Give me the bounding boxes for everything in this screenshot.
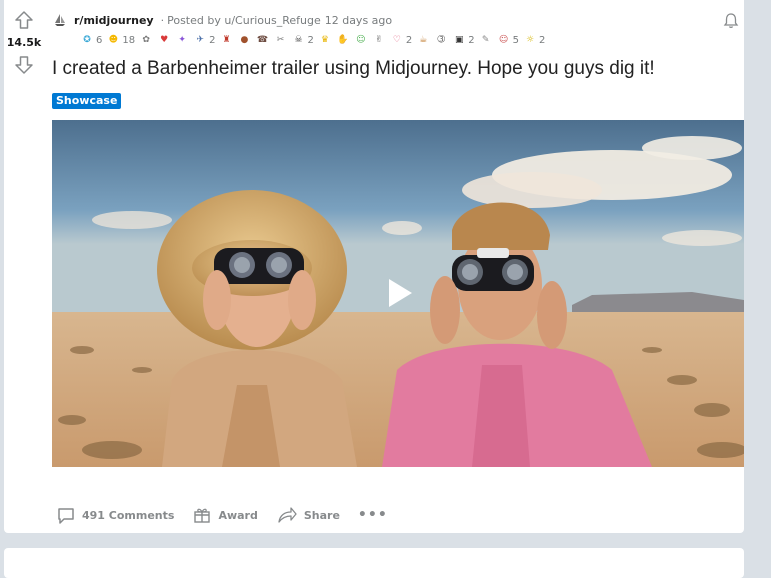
award-count: 2 <box>209 34 216 46</box>
subreddit-link[interactable]: r/midjourney <box>74 14 154 27</box>
next-post-card[interactable] <box>4 548 744 578</box>
award-item[interactable]: ☕ <box>416 33 430 47</box>
post-meta: r/midjourney · Posted by u/Curious_Refug… <box>52 12 392 28</box>
awards-row[interactable]: ✪ 6 ☻ 18 ✿ ♥ ✦ ✈ 2 ♜ ● ☎ ✂ ☠ 2 ♛ ✋ ☺ ✌ ♡ 2 ☕ ➂ ▣ 2 ✎ ☺ 5 ☼ 2 <box>80 31 545 49</box>
award-icon: ✿ <box>142 35 150 45</box>
post-actions: 491 Comments Award Share ••• <box>52 503 392 527</box>
play-button[interactable] <box>382 275 418 311</box>
comments-button[interactable]: 491 Comments <box>52 503 178 527</box>
award-item[interactable]: ✪ 6 <box>80 33 102 47</box>
meta-separator: · <box>160 13 165 27</box>
upvote-arrow-icon <box>15 11 33 29</box>
award-item[interactable]: ✈ 2 <box>193 33 215 47</box>
award-icon: ♥ <box>160 35 169 45</box>
award-count: 18 <box>122 34 136 46</box>
award-item[interactable]: ✎ <box>479 33 493 47</box>
share-label: Share <box>303 508 340 522</box>
award-icon: ✂ <box>276 35 285 45</box>
award-icon: ☺ <box>356 35 366 45</box>
posted-by-link[interactable]: Posted by u/Curious_Refuge <box>167 14 321 27</box>
award-icon: ☼ <box>525 35 535 45</box>
award-item[interactable]: ☼ 2 <box>523 33 545 47</box>
award-icon: ✎ <box>481 35 490 45</box>
award-count: 2 <box>538 34 546 46</box>
award-icon: ☠ <box>294 35 303 45</box>
award-icon: ♜ <box>222 35 231 45</box>
award-icon: ☕ <box>419 35 428 45</box>
notification-bell-button[interactable] <box>720 10 742 32</box>
award-icon: ✋ <box>337 35 349 45</box>
award-item[interactable]: ✂ <box>273 33 287 47</box>
share-arrow-icon <box>278 507 297 523</box>
award-count: 2 <box>405 34 413 46</box>
vote-column: 14.5k <box>4 8 44 77</box>
award-item[interactable]: ☺ <box>354 33 368 47</box>
share-button[interactable]: Share <box>272 503 344 527</box>
comments-label: 491 Comments <box>82 508 175 522</box>
post-card[interactable]: 14.5k r/midjourney · Posted by u/Curious… <box>4 0 744 533</box>
award-icon: ✌ <box>375 35 383 45</box>
award-item[interactable]: ♥ <box>157 33 171 47</box>
award-item[interactable]: ➂ <box>434 33 448 47</box>
upvote-button[interactable] <box>12 8 36 32</box>
play-icon <box>389 279 412 307</box>
award-icon: ☺ <box>498 35 509 45</box>
award-icon: ▣ <box>454 35 464 45</box>
award-item[interactable]: ● <box>237 33 251 47</box>
award-item[interactable]: ♡ 2 <box>390 33 412 47</box>
award-item[interactable]: ✋ <box>336 33 350 47</box>
downvote-arrow-icon <box>15 56 33 74</box>
subreddit-sailboat-icon[interactable] <box>52 12 68 28</box>
award-item[interactable]: ☻ 18 <box>106 33 135 47</box>
award-icon: ♡ <box>392 35 401 45</box>
award-item[interactable]: ♛ <box>318 33 332 47</box>
award-item[interactable]: ▣ 2 <box>452 33 475 47</box>
award-item[interactable]: ♜ <box>219 33 233 47</box>
gift-icon <box>194 508 211 523</box>
award-icon: ➂ <box>437 35 445 45</box>
award-item[interactable]: ☎ <box>255 33 269 47</box>
more-options-button[interactable]: ••• <box>354 507 392 523</box>
video-player[interactable] <box>52 120 744 467</box>
wholesome-award-icon: ☻ <box>108 35 119 45</box>
award-icon: ✦ <box>178 35 186 45</box>
helpful-award-icon: ✪ <box>83 35 91 45</box>
comment-icon <box>58 508 74 524</box>
vote-score: 14.5k <box>6 36 42 49</box>
award-icon: ✈ <box>196 35 204 45</box>
downvote-button[interactable] <box>12 53 36 77</box>
award-label: Award <box>218 508 258 522</box>
award-icon: ☎ <box>256 35 269 45</box>
post-time[interactable]: 12 days ago <box>325 14 392 27</box>
award-icon: ♛ <box>320 35 329 45</box>
award-count: 2 <box>307 34 314 46</box>
post-title[interactable]: I created a Barbenheimer trailer using M… <box>52 58 732 80</box>
award-item[interactable]: ✌ <box>372 33 386 47</box>
award-count: 2 <box>468 34 475 46</box>
award-count: 5 <box>512 34 519 46</box>
award-item[interactable]: ☠ 2 <box>291 33 313 47</box>
award-icon: ● <box>240 35 249 45</box>
award-button[interactable]: Award <box>188 503 261 527</box>
award-item[interactable]: ☺ 5 <box>497 33 519 47</box>
post-flair[interactable]: Showcase <box>52 93 122 109</box>
award-count: 6 <box>96 34 103 46</box>
bell-icon <box>723 13 739 28</box>
award-item[interactable]: ✿ <box>139 33 153 47</box>
award-item[interactable]: ✦ <box>175 33 189 47</box>
